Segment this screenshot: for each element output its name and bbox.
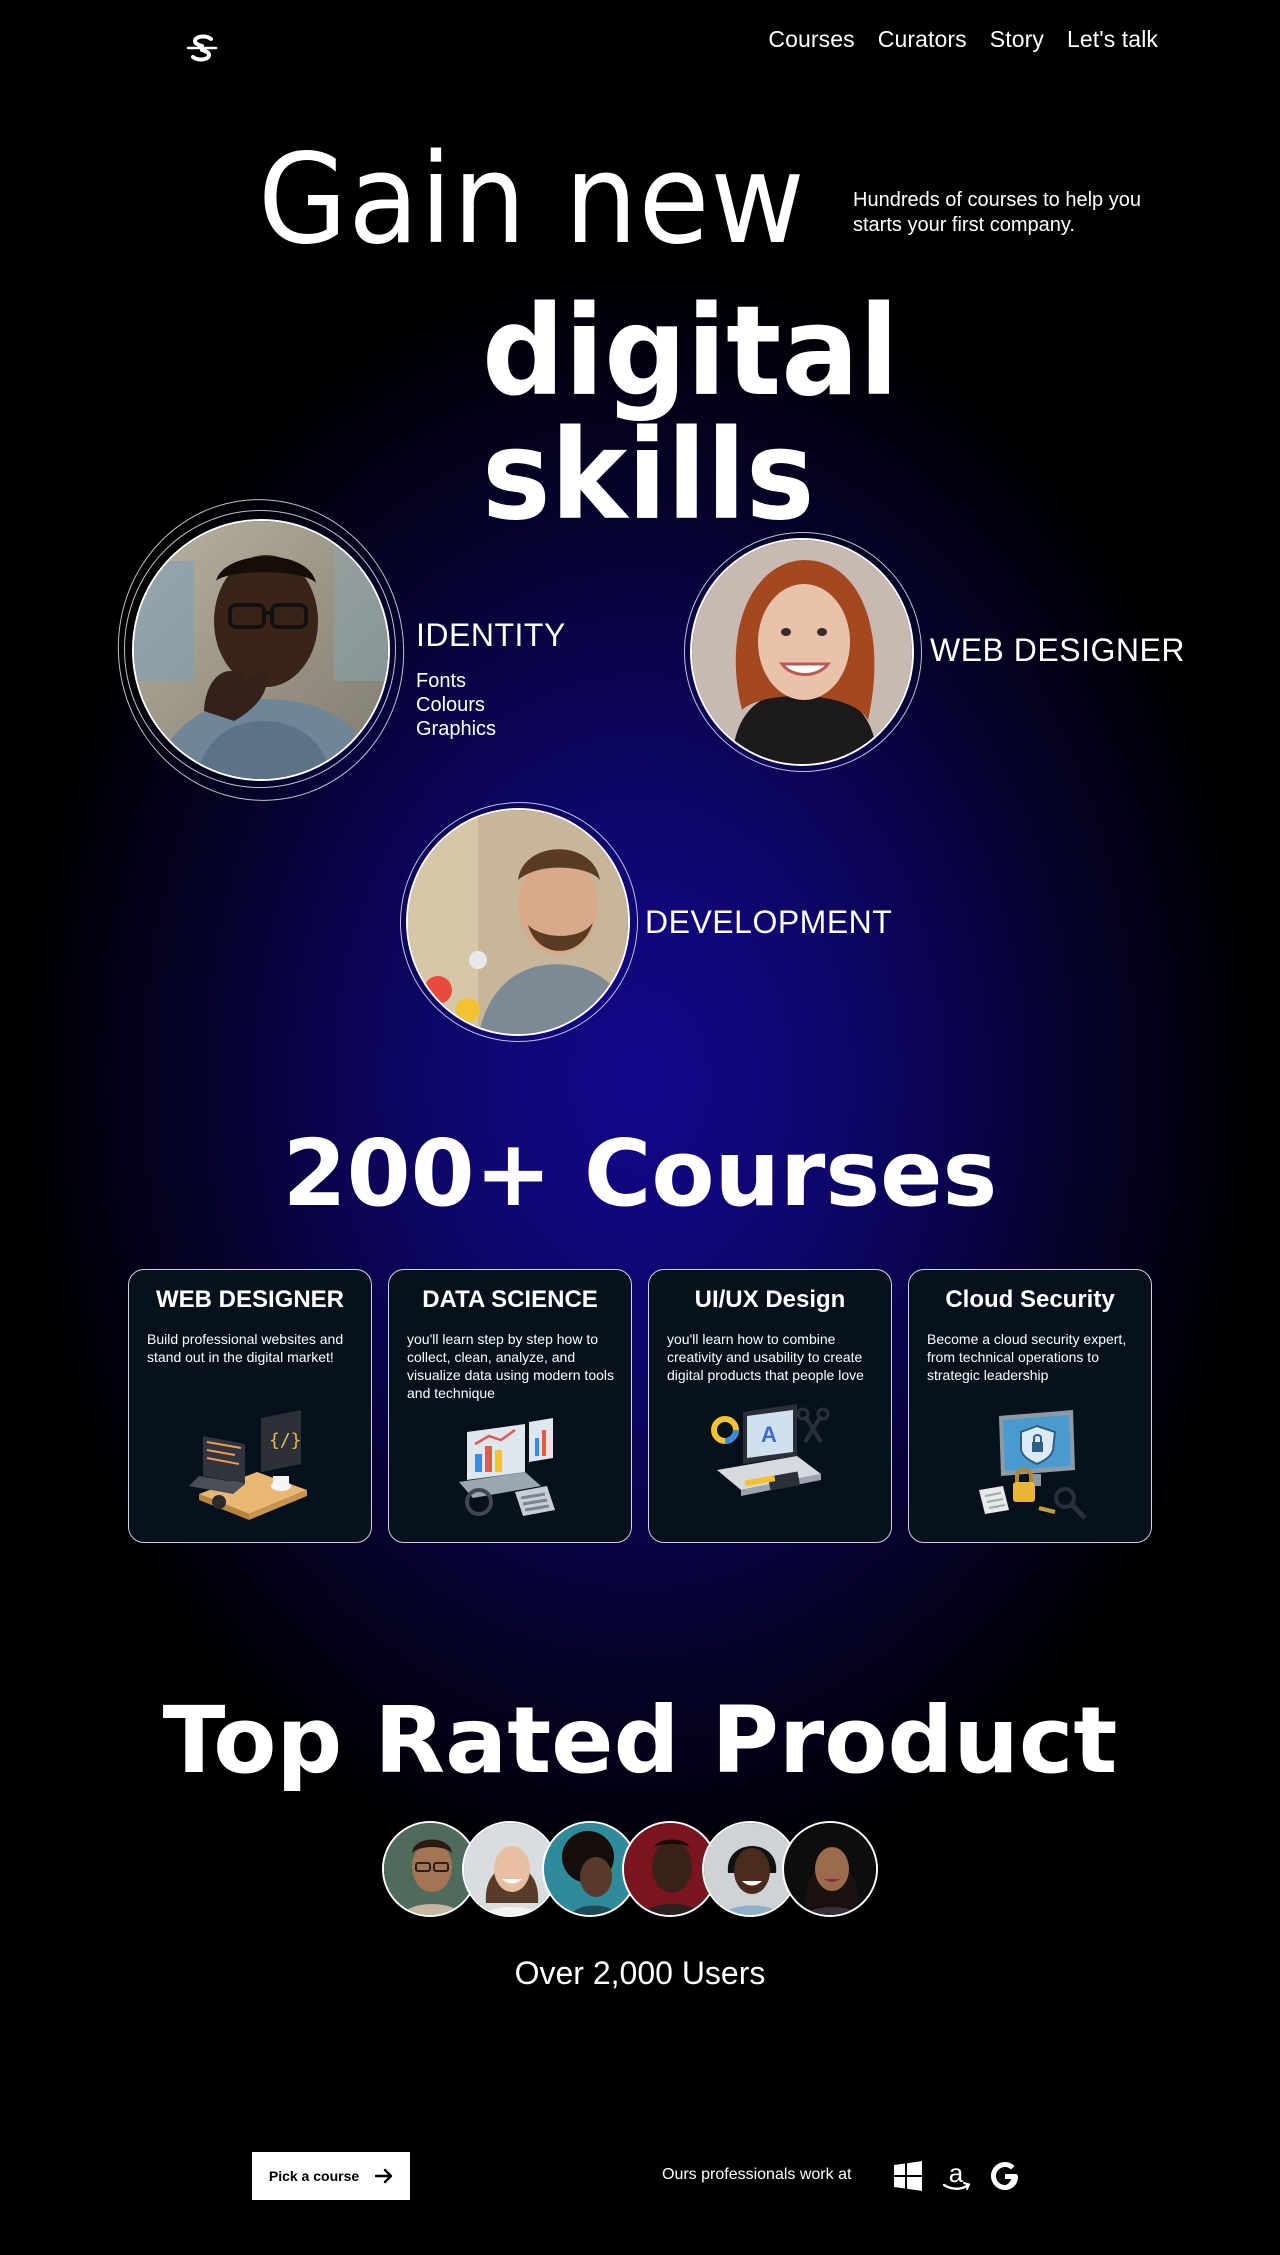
- pick-course-label: Pick a course: [268, 2168, 360, 2184]
- portrait-label-development: DEVELOPMENT: [645, 904, 893, 940]
- portrait-label-identity: IDENTITY: [416, 617, 566, 653]
- laptop-design-tools-illustration-icon: A: [711, 1404, 830, 1496]
- nav-story[interactable]: Story: [990, 26, 1044, 53]
- hero-title-line2: digital skills: [482, 280, 899, 548]
- portrait-development[interactable]: [406, 808, 630, 1036]
- professionals-text: Ours professionals work at: [662, 2166, 852, 2183]
- nav-curators[interactable]: Curators: [878, 26, 967, 53]
- svg-text:A: A: [761, 1422, 777, 1447]
- laptop-charts-illustration-icon: [459, 1418, 555, 1516]
- amazon-icon: a: [942, 2160, 971, 2190]
- course-card-web-designer[interactable]: WEB DESIGNER Build professional websites…: [128, 1269, 372, 1543]
- users-count: Over 2,000 Users: [514, 1955, 766, 1991]
- course-card-desc: you'll learn step by step how to collect…: [407, 1331, 615, 1401]
- course-card-title: UI/UX Design: [694, 1286, 846, 1313]
- woman-redhead-photo: [692, 540, 912, 764]
- portrait-identity[interactable]: [132, 519, 390, 781]
- course-card-desc: you'll learn how to combine creativity a…: [667, 1331, 864, 1383]
- nav-courses[interactable]: Courses: [768, 26, 854, 53]
- course-card-cloud-security[interactable]: Cloud Security Become a cloud security e…: [908, 1269, 1152, 1543]
- identity-topic: Graphics: [416, 718, 497, 740]
- google-icon: [991, 2162, 1018, 2190]
- hero-title-line1: Gain new: [258, 128, 806, 272]
- portrait-web-designer[interactable]: [690, 538, 914, 766]
- course-card-desc: Build professional websites and stand ou…: [147, 1331, 344, 1365]
- hero-subtitle: Hundreds of courses to help you starts y…: [853, 189, 1141, 236]
- user-avatar-group: [382, 1821, 882, 1917]
- main-nav: Courses Curators Story Let's talk: [768, 26, 1158, 53]
- laptop-code-illustration-icon: {/}: [189, 1410, 307, 1520]
- logo-icon[interactable]: [184, 30, 220, 66]
- monitor-shield-lock-illustration-icon: [979, 1410, 1087, 1520]
- course-card-title: DATA SCIENCE: [422, 1286, 598, 1313]
- windows-icon: [894, 2161, 922, 2191]
- courses-title: 200+ Courses: [282, 1120, 998, 1227]
- identity-topic-list: Fonts Colours Graphics: [416, 669, 496, 741]
- arrow-right-icon: [375, 2168, 393, 2184]
- top-rated-title: Top Rated Product: [162, 1687, 1118, 1794]
- course-card-title: Cloud Security: [945, 1286, 1115, 1313]
- identity-topic: Colours: [416, 694, 485, 716]
- man-glasses-photo: [134, 521, 388, 779]
- course-cards: WEB DESIGNER Build professional websites…: [128, 1269, 1152, 1543]
- man-developer-photo: [408, 810, 628, 1034]
- svg-text:{/}: {/}: [269, 1430, 302, 1451]
- course-card-data-science[interactable]: DATA SCIENCE you'll learn step by step h…: [388, 1269, 632, 1543]
- pick-course-button[interactable]: Pick a course: [252, 2152, 410, 2200]
- course-card-title: WEB DESIGNER: [155, 1286, 344, 1313]
- avatar: [782, 1821, 878, 1917]
- course-card-ui-ux[interactable]: UI/UX Design you'll learn how to combine…: [648, 1269, 892, 1543]
- course-card-desc: Become a cloud security expert, from tec…: [927, 1331, 1127, 1383]
- portrait-label-web-designer: WEB DESIGNER: [930, 632, 1185, 668]
- identity-topic: Fonts: [416, 670, 467, 692]
- nav-lets-talk[interactable]: Let's talk: [1067, 26, 1158, 53]
- svg-text:a: a: [949, 2160, 964, 2188]
